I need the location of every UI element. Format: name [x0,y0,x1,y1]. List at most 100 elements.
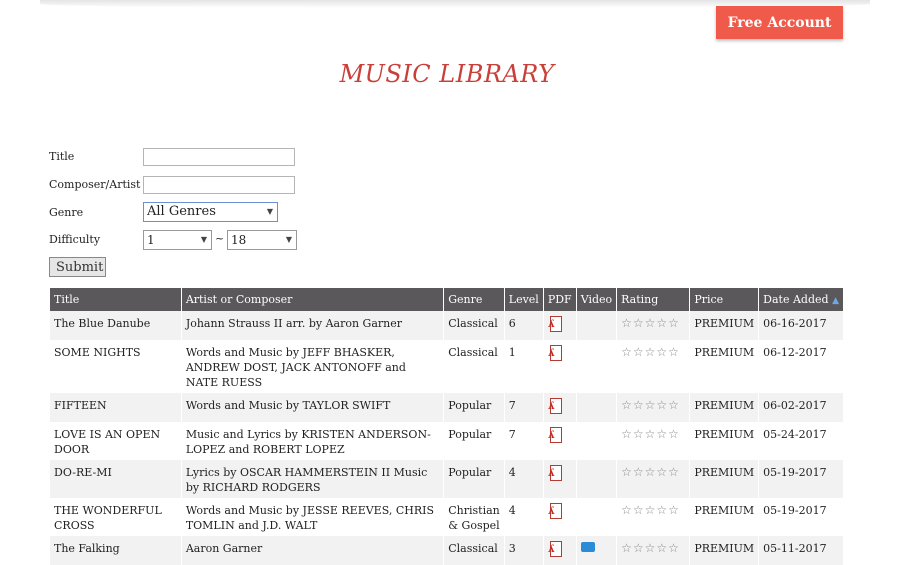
column-header-date-label: Date Added [763,293,829,306]
row-pdf[interactable]: ʎ [543,393,577,422]
pdf-icon[interactable]: ʎ [548,465,564,482]
genre-select-value: All Genres [147,204,216,219]
row-title[interactable]: The Falking [50,536,182,565]
pdf-icon[interactable]: ʎ [548,503,564,520]
row-rating[interactable]: ☆☆☆☆☆ [616,460,691,498]
row-date: 06-02-2017 [758,393,844,422]
genre-select[interactable]: All Genres ▼ [143,202,278,222]
title-input[interactable] [143,148,295,166]
row-pdf[interactable]: ʎ [543,460,577,498]
row-rating[interactable]: ☆☆☆☆☆ [616,536,691,565]
table-row[interactable]: The Falking Aaron Garner Classical 3 ʎ ☆… [50,536,844,565]
column-header-title[interactable]: Title [50,288,182,311]
page-title: MUSIC LIBRARY [339,60,555,88]
pdf-icon[interactable]: ʎ [548,316,564,333]
row-level: 3 [504,536,544,565]
column-header-date-added[interactable]: Date Added ▲ [758,288,844,311]
row-title[interactable]: The Blue Danube [50,311,182,340]
row-genre: Christian & Gospel [443,498,505,536]
row-price: PREMIUM [689,536,760,565]
star-rating-icon[interactable]: ☆☆☆☆☆ [621,345,680,359]
row-date: 05-11-2017 [758,536,844,565]
row-level: 7 [504,393,544,422]
difficulty-label: Difficulty [49,233,101,246]
row-rating[interactable]: ☆☆☆☆☆ [616,498,691,536]
table-row[interactable]: THE WONDERFUL CROSS Words and Music by J… [50,498,844,536]
row-date: 05-19-2017 [758,498,844,536]
row-rating[interactable]: ☆☆☆☆☆ [616,311,691,340]
row-genre: Classical [443,311,505,340]
column-header-genre[interactable]: Genre [443,288,505,311]
submit-button[interactable]: Submit [49,257,106,277]
column-header-pdf: PDF [543,288,577,311]
row-title[interactable]: FIFTEEN [50,393,182,422]
row-artist: Words and Music by JESSE REEVES, CHRIS T… [181,498,445,536]
star-rating-icon[interactable]: ☆☆☆☆☆ [621,465,680,479]
row-video[interactable] [576,536,618,565]
row-artist: Words and Music by TAYLOR SWIFT [181,393,445,422]
row-video [576,498,618,536]
difficulty-min-select[interactable]: 1 ▼ [143,230,212,250]
table-row[interactable]: FIFTEEN Words and Music by TAYLOR SWIFT … [50,393,844,422]
row-date: 05-24-2017 [758,422,844,460]
composer-input[interactable] [143,176,295,194]
pdf-icon[interactable]: ʎ [548,427,564,444]
sort-ascending-icon: ▲ [832,296,839,306]
star-rating-icon[interactable]: ☆☆☆☆☆ [621,427,680,441]
row-level: 7 [504,422,544,460]
row-rating[interactable]: ☆☆☆☆☆ [616,393,691,422]
row-level: 4 [504,460,544,498]
row-genre: Classical [443,340,505,393]
row-price: PREMIUM [689,393,760,422]
row-pdf[interactable]: ʎ [543,311,577,340]
row-genre: Popular [443,460,505,498]
row-pdf[interactable]: ʎ [543,422,577,460]
row-genre: Classical [443,536,505,565]
row-price: PREMIUM [689,422,760,460]
difficulty-max-value: 18 [231,233,247,247]
genre-label: Genre [49,206,84,219]
pdf-icon[interactable]: ʎ [548,345,564,362]
table-row[interactable]: DO-RE-MI Lyrics by OSCAR HAMMERSTEIN II … [50,460,844,498]
row-genre: Popular [443,393,505,422]
row-price: PREMIUM [689,498,760,536]
row-level: 6 [504,311,544,340]
table-row[interactable]: SOME NIGHTS Words and Music by JEFF BHAS… [50,340,844,393]
table-row[interactable]: LOVE IS AN OPEN DOOR Music and Lyrics by… [50,422,844,460]
column-header-level[interactable]: Level [504,288,544,311]
row-title[interactable]: LOVE IS AN OPEN DOOR [50,422,182,460]
row-artist: Johann Strauss II arr. by Aaron Garner [181,311,445,340]
row-artist: Music and Lyrics by KRISTEN ANDERSON-LOP… [181,422,445,460]
row-date: 05-19-2017 [758,460,844,498]
row-pdf[interactable]: ʎ [543,498,577,536]
row-date: 06-16-2017 [758,311,844,340]
pdf-icon[interactable]: ʎ [548,398,564,415]
free-account-button[interactable]: Free Account [716,6,843,39]
title-label: Title [49,150,75,163]
difficulty-max-select[interactable]: 18 ▼ [227,230,297,250]
row-title[interactable]: THE WONDERFUL CROSS [50,498,182,536]
chevron-down-icon: ▼ [285,235,292,244]
column-header-rating[interactable]: Rating [616,288,691,311]
row-pdf[interactable]: ʎ [543,340,577,393]
table-row[interactable]: The Blue Danube Johann Strauss II arr. b… [50,311,844,340]
row-price: PREMIUM [689,311,760,340]
star-rating-icon[interactable]: ☆☆☆☆☆ [621,398,680,412]
star-rating-icon[interactable]: ☆☆☆☆☆ [621,541,680,555]
column-header-artist[interactable]: Artist or Composer [181,288,445,311]
chevron-down-icon: ▼ [266,207,273,216]
row-title[interactable]: SOME NIGHTS [50,340,182,393]
row-video [576,340,618,393]
row-genre: Popular [443,422,505,460]
column-header-price[interactable]: Price [689,288,760,311]
pdf-icon[interactable]: ʎ [548,541,564,558]
star-rating-icon[interactable]: ☆☆☆☆☆ [621,503,680,517]
star-rating-icon[interactable]: ☆☆☆☆☆ [621,316,680,330]
row-pdf[interactable]: ʎ [543,536,577,565]
row-rating[interactable]: ☆☆☆☆☆ [616,340,691,393]
video-icon[interactable] [580,542,595,552]
row-title[interactable]: DO-RE-MI [50,460,182,498]
difficulty-min-value: 1 [147,233,155,247]
row-rating[interactable]: ☆☆☆☆☆ [616,422,691,460]
row-price: PREMIUM [689,340,760,393]
